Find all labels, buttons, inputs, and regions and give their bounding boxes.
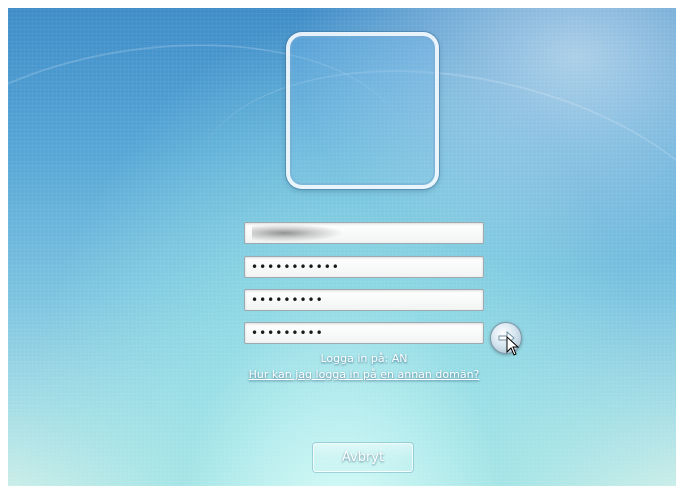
new-password-field[interactable] — [244, 289, 484, 311]
logon-domain-text: Logga in på: AN — [320, 352, 408, 365]
confirm-password-field[interactable] — [244, 322, 484, 344]
submit-arrow-button[interactable] — [490, 322, 522, 354]
login-screen: Logga in på: AN Hur kan jag logga in på … — [8, 8, 676, 486]
user-picture-frame — [286, 32, 439, 189]
username-field[interactable] — [244, 222, 484, 244]
old-password-field[interactable] — [244, 256, 484, 278]
other-domain-link[interactable]: Hur kan jag logga in på en annan domän? — [214, 368, 514, 381]
arrow-right-icon — [498, 331, 515, 345]
cancel-button[interactable]: Avbryt — [313, 443, 413, 472]
